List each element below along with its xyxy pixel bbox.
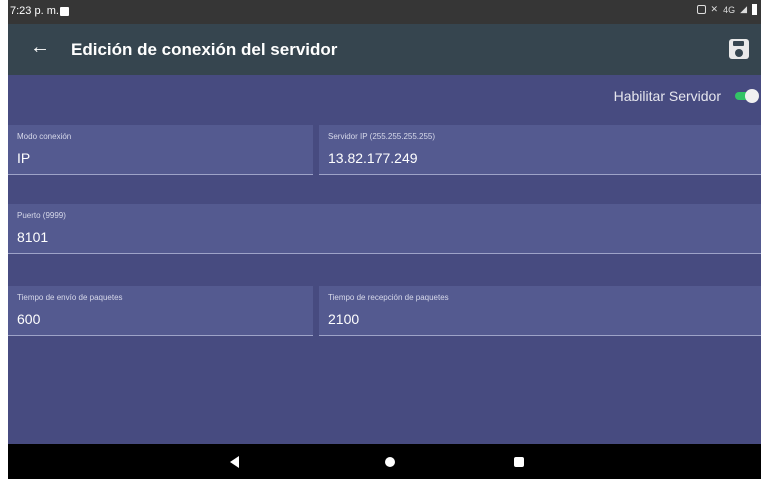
send-time-value: 600 — [17, 311, 41, 327]
mute-icon: ✕ — [710, 4, 719, 14]
server-ip-label: Servidor IP (255.255.255.255) — [328, 132, 436, 141]
triangle-back-icon[interactable] — [230, 456, 239, 468]
send-time-label: Tiempo de envío de paquetes — [17, 293, 123, 302]
signal-icon: ◢ — [740, 4, 747, 14]
status-indicators: ✕ 4G ◢ — [696, 4, 757, 15]
battery-icon — [752, 4, 757, 15]
network-type: 4G — [723, 4, 736, 15]
image-notification-icon — [60, 7, 69, 16]
receive-time-field[interactable]: Tiempo de recepción de paquetes 2100 — [319, 286, 761, 336]
port-label: Puerto (9999) — [17, 211, 66, 220]
status-time: 7:23 p. m. — [10, 5, 59, 17]
square-recents-icon[interactable] — [514, 457, 524, 467]
app-screen: 7:23 p. m. ✕ 4G ◢ ← Edición de conexión … — [8, 0, 761, 479]
floppy-disk-icon[interactable] — [729, 39, 749, 59]
send-time-field[interactable]: Tiempo de envío de paquetes 600 — [8, 286, 313, 336]
server-ip-field[interactable]: Servidor IP (255.255.255.255) 13.82.177.… — [319, 125, 761, 175]
screenshot-icon — [696, 5, 706, 14]
connection-mode-value: IP — [17, 150, 31, 166]
port-value: 8101 — [17, 229, 49, 245]
receive-time-label: Tiempo de recepción de paquetes — [328, 293, 449, 302]
page-title: Edición de conexión del servidor — [71, 40, 338, 59]
receive-time-value: 2100 — [328, 311, 360, 327]
circle-home-icon[interactable] — [385, 457, 395, 467]
navigation-bar — [8, 444, 761, 479]
arrow-left-icon[interactable]: ← — [30, 37, 50, 57]
port-field[interactable]: Puerto (9999) 8101 — [8, 204, 761, 254]
app-bar: ← Edición de conexión del servidor — [8, 24, 761, 75]
connection-mode-label: Modo conexión — [17, 132, 72, 141]
connection-mode-field[interactable]: Modo conexión IP — [8, 125, 313, 175]
server-ip-value: 13.82.177.249 — [328, 150, 418, 166]
enable-server-toggle[interactable] — [735, 89, 761, 103]
enable-server-row: Habilitar Servidor — [614, 84, 761, 108]
status-bar: 7:23 p. m. ✕ 4G ◢ — [8, 0, 761, 24]
enable-server-label: Habilitar Servidor — [613, 88, 721, 104]
